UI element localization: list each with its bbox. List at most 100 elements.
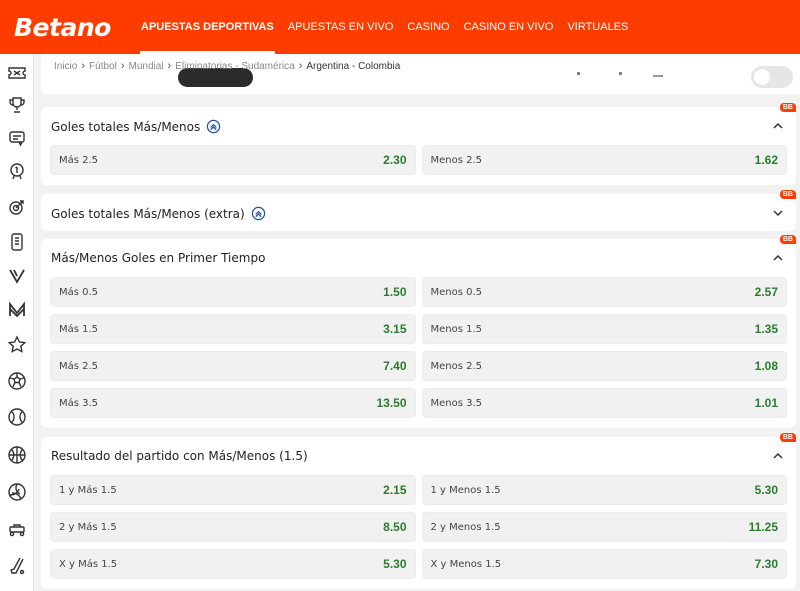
chevron-right-icon: › (120, 60, 125, 72)
main-content: Inicio › Fútbol › Mundial › Eliminatoria… (34, 54, 800, 591)
market-card: Resultado del partido con Más/Menos (1.5… (41, 433, 796, 589)
breadcrumb-futbol[interactable]: Fútbol (89, 61, 117, 72)
hockey-icon[interactable] (6, 555, 28, 577)
odd-button[interactable]: Más 3.5 13.50 (50, 388, 416, 418)
medal-icon[interactable] (6, 160, 28, 182)
tennis-ball-icon[interactable] (6, 406, 28, 428)
odds-row: Más 1.5 3.15 Menos 1.5 1.35 (41, 314, 796, 344)
odd-label: Más 2.5 (59, 154, 99, 166)
chevron-up-icon[interactable] (772, 120, 784, 132)
odd-value: 2.15 (383, 483, 407, 497)
phone-icon[interactable] (6, 231, 28, 253)
odd-button[interactable]: Más 2.5 2.30 (50, 145, 416, 175)
odd-value: 1.01 (754, 396, 778, 410)
market-card: Goles totales Más/Menos (extra) BB (41, 190, 796, 232)
chevron-up-icon[interactable] (772, 450, 784, 462)
market-header[interactable]: Goles totales Más/Menos (extra) BB (41, 190, 796, 232)
racing-icon[interactable] (6, 518, 28, 540)
breadcrumb-mundial[interactable]: Mundial (129, 61, 164, 72)
odd-button[interactable]: Más 0.5 1.50 (50, 277, 416, 307)
odd-button[interactable]: Más 1.5 3.15 (50, 314, 416, 344)
event-header: Inicio › Fútbol › Mundial › Eliminatoria… (41, 54, 800, 94)
odd-button[interactable]: Menos 3.5 1.01 (421, 388, 787, 418)
chevron-up-icon[interactable] (772, 252, 784, 264)
odd-button[interactable]: X y Más 1.5 5.30 (50, 549, 416, 579)
odd-value: 13.50 (376, 396, 407, 410)
odds-row: 1 y Más 1.5 2.15 1 y Menos 1.5 5.30 (41, 475, 796, 505)
odd-value: 11.25 (748, 520, 778, 534)
odd-label: Menos 2.5 (430, 154, 483, 166)
dash (653, 75, 663, 77)
market-header[interactable]: Más/Menos Goles en Primer Tiempo BB (41, 235, 796, 277)
breadcrumb: Inicio › Fútbol › Mundial › Eliminatoria… (54, 60, 400, 72)
toggle-switch[interactable] (751, 66, 793, 88)
odd-label: 1 y Menos 1.5 (430, 484, 501, 496)
odds-row: Más 2.5 7.40 Menos 2.5 1.08 (41, 351, 796, 381)
market-card: Más/Menos Goles en Primer Tiempo BB Más … (41, 235, 796, 428)
bb-badge: BB (779, 235, 796, 244)
odd-value: 3.15 (383, 322, 407, 336)
odd-button[interactable]: X y Menos 1.5 7.30 (421, 549, 787, 579)
odd-button[interactable]: 1 y Más 1.5 2.15 (50, 475, 416, 505)
odd-button[interactable]: Menos 1.5 1.35 (421, 314, 787, 344)
basketball-icon[interactable] (6, 444, 28, 466)
nav-casino[interactable]: CASINO (400, 0, 456, 54)
chevron-right-icon: › (298, 60, 303, 72)
odd-label: Menos 3.5 (430, 397, 483, 409)
breadcrumb-eliminatorias[interactable]: Eliminatorias - Sudamérica (175, 61, 295, 72)
market-title-text: Más/Menos Goles en Primer Tiempo (51, 251, 266, 265)
odd-button[interactable]: Menos 2.5 1.08 (421, 351, 787, 381)
odd-value: 7.30 (754, 557, 778, 571)
odd-value: 5.30 (383, 557, 407, 571)
ticket-icon[interactable] (6, 62, 28, 84)
odd-value: 1.50 (383, 285, 407, 299)
betano-logo[interactable]: Betano (14, 13, 134, 42)
odd-button[interactable]: Menos 0.5 2.57 (421, 277, 787, 307)
odd-value: 8.50 (383, 520, 407, 534)
nav-apuestas-deportivas[interactable]: APUESTAS DEPORTIVAS (134, 0, 281, 54)
odds-row: X y Más 1.5 5.30 X y Menos 1.5 7.30 (41, 549, 796, 579)
odd-label: Más 2.5 (59, 360, 99, 372)
dot (619, 72, 622, 75)
market-header[interactable]: Goles totales Más/Menos BB (41, 103, 796, 145)
odd-label: Más 0.5 (59, 286, 99, 298)
odds-row: Más 0.5 1.50 Menos 0.5 2.57 (41, 277, 796, 307)
trophy-icon[interactable] (6, 94, 28, 116)
coupon-icon[interactable] (6, 127, 28, 149)
market-title-text: Goles totales Más/Menos (extra) (51, 206, 245, 221)
bb-badge: BB (779, 433, 796, 442)
m-logo-icon[interactable] (6, 299, 28, 321)
sidebar (0, 54, 34, 591)
odd-button[interactable]: 2 y Menos 1.5 11.25 (421, 512, 787, 542)
chevron-right-icon: › (167, 60, 172, 72)
odd-value: 1.08 (754, 359, 778, 373)
top-bar: Betano APUESTAS DEPORTIVAS APUESTAS EN V… (0, 0, 800, 54)
odd-button[interactable]: 1 y Menos 1.5 5.30 (421, 475, 787, 505)
breadcrumb-inicio[interactable]: Inicio (54, 61, 77, 72)
odds-row: Más 2.5 2.30 Menos 2.5 1.62 (41, 145, 796, 175)
volleyball-icon[interactable] (6, 481, 28, 503)
v-logo-icon[interactable] (6, 265, 28, 287)
market-header[interactable]: Resultado del partido con Más/Menos (1.5… (41, 433, 796, 475)
dot (577, 72, 580, 75)
odd-label: 1 y Más 1.5 (59, 484, 117, 496)
odd-button[interactable]: 2 y Más 1.5 8.50 (50, 512, 416, 542)
market-title-text: Resultado del partido con Más/Menos (1.5… (51, 449, 308, 463)
target-icon[interactable] (6, 196, 28, 218)
chevron-right-icon: › (81, 60, 86, 72)
odd-label: Menos 1.5 (430, 323, 483, 335)
nav-virtuales[interactable]: VIRTUALES (560, 0, 635, 54)
nav-casino-en-vivo[interactable]: CASINO EN VIVO (457, 0, 561, 54)
star-icon[interactable] (6, 334, 28, 356)
chevron-down-icon[interactable] (772, 207, 784, 219)
market-card: Goles totales Más/Menos BB Más 2.5 2.30 M… (41, 103, 796, 185)
nav-apuestas-en-vivo[interactable]: APUESTAS EN VIVO (281, 0, 401, 54)
soccer-ball-icon[interactable] (6, 370, 28, 392)
odds-row: 2 y Más 1.5 8.50 2 y Menos 1.5 11.25 (41, 512, 796, 542)
odd-value: 2.57 (754, 285, 778, 299)
odd-value: 1.62 (754, 153, 778, 167)
market-title: Más/Menos Goles en Primer Tiempo (51, 251, 265, 265)
odd-button[interactable]: Menos 2.5 1.62 (421, 145, 787, 175)
breadcrumb-current: Argentina - Colombia (306, 60, 401, 72)
odd-button[interactable]: Más 2.5 7.40 (50, 351, 416, 381)
